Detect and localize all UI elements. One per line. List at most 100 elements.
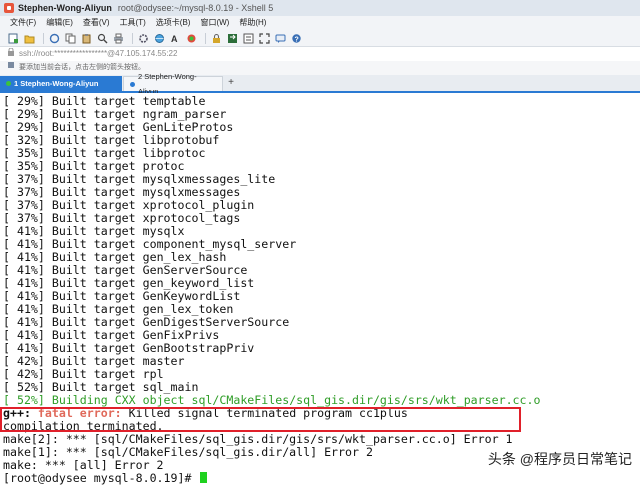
build-message: Built target xprotocol_plugin <box>44 198 255 212</box>
menu-file[interactable]: 文件(F) <box>10 16 36 30</box>
toolbar-divider <box>43 32 44 44</box>
tab-status-dot-icon <box>6 81 11 86</box>
find-icon[interactable] <box>96 32 108 44</box>
build-progress-percent: [ 37%] <box>3 172 45 186</box>
window-title-path: root@odysee:~/mysql-8.0.19 - Xshell 5 <box>117 3 274 13</box>
tab-session-2[interactable]: 2 Stephen-Wong-Aliyun <box>123 72 223 96</box>
build-progress-percent: [ 35%] <box>3 159 45 173</box>
build-progress-percent: [ 29%] <box>3 94 45 108</box>
menu-view[interactable]: 查看(V) <box>83 16 110 30</box>
build-progress-percent: [ 41%] <box>3 302 45 316</box>
build-message: Built target mysqlx <box>44 224 185 238</box>
menu-edit[interactable]: 编辑(E) <box>46 16 73 30</box>
tab-status-dot-icon <box>130 81 135 87</box>
make-error-text: make[2]: *** [sql/CMakeFiles/sql_gis.dir… <box>3 432 513 446</box>
svg-text:?: ? <box>294 36 298 43</box>
error-highlight-box <box>0 407 521 432</box>
build-progress-percent: [ 42%] <box>3 354 45 368</box>
build-progress-percent: [ 41%] <box>3 250 45 264</box>
session-hint-text: 要添加当前会话，点击左侧的箭头按钮。 <box>19 64 145 71</box>
build-progress-percent: [ 37%] <box>3 211 45 225</box>
build-progress-percent: [ 29%] <box>3 107 45 121</box>
toolbar-divider <box>132 32 133 44</box>
address-lock-icon <box>7 47 15 61</box>
transfer-icon[interactable] <box>226 32 238 44</box>
build-progress-percent: [ 37%] <box>3 198 45 212</box>
globe-icon[interactable] <box>153 32 165 44</box>
build-message: Built target master <box>44 354 185 368</box>
xshell-logo-icon <box>4 3 14 13</box>
window-title-session: Stephen-Wong-Aliyun <box>18 3 112 13</box>
build-message: Built target mysqlxmessages <box>44 185 241 199</box>
make-error-text: make: *** [all] Error 2 <box>3 458 164 472</box>
open-folder-icon[interactable] <box>23 32 35 44</box>
terminal-cursor <box>200 472 208 483</box>
session-hint-bar: 要添加当前会话，点击左侧的箭头按钮。 <box>0 61 640 76</box>
build-progress-percent: [ 41%] <box>3 224 45 238</box>
help-icon[interactable]: ? <box>290 32 302 44</box>
menu-window[interactable]: 窗口(W) <box>200 16 229 30</box>
build-message: Built target sql_main <box>44 380 199 394</box>
lock-icon[interactable] <box>210 32 222 44</box>
build-message: Built target gen_lex_hash <box>44 250 227 264</box>
script-icon[interactable] <box>242 32 254 44</box>
paste-icon[interactable] <box>80 32 92 44</box>
build-message: Built target gen_lex_token <box>44 302 234 316</box>
build-message: Built target GenBootstrapPriv <box>44 341 255 355</box>
watermark: 头条 @程序员日常笔记 <box>488 449 632 469</box>
toolbar-divider <box>205 32 206 44</box>
build-progress-percent: [ 42%] <box>3 367 45 381</box>
menu-tabs[interactable]: 选项卡(B) <box>156 16 191 30</box>
build-progress-percent: [ 41%] <box>3 315 45 329</box>
build-message: Built target mysqlxmessages_lite <box>44 172 276 186</box>
build-progress-percent: [ 41%] <box>3 276 45 290</box>
make-error-text: make[1]: *** [sql/CMakeFiles/sql_gis.dir… <box>3 445 373 459</box>
build-progress-percent: [ 41%] <box>3 341 45 355</box>
tab-session-1[interactable]: 1 Stephen-Wong-Aliyun <box>0 76 122 91</box>
new-tab-button[interactable]: + <box>225 77 237 89</box>
build-message: Built target temptable <box>44 94 206 108</box>
menu-help[interactable]: 帮助(H) <box>239 16 266 30</box>
build-progress-percent: [ 52%] <box>3 380 45 394</box>
chat-icon[interactable] <box>274 32 286 44</box>
build-message: Building CXX object sql/CMakeFiles/sql_g… <box>44 393 541 407</box>
new-session-icon[interactable] <box>7 32 19 44</box>
build-progress-percent: [ 35%] <box>3 146 45 160</box>
shell-prompt: [root@odysee mysql-8.0.19]# <box>3 471 199 485</box>
build-progress-percent: [ 32%] <box>3 133 45 147</box>
font-icon[interactable]: A <box>169 32 181 44</box>
build-message: Built target libprotoc <box>44 146 206 160</box>
address-text: ssh://root:*****************@47.105.174.… <box>19 49 178 58</box>
build-progress-percent: [ 37%] <box>3 185 45 199</box>
build-message: Built target gen_keyword_list <box>44 276 255 290</box>
build-progress-percent: [ 41%] <box>3 289 45 303</box>
build-message: Built target GenServerSource <box>44 263 248 277</box>
print-icon[interactable] <box>112 32 124 44</box>
reconnect-icon[interactable] <box>48 32 60 44</box>
build-message: Built target component_mysql_server <box>44 237 297 251</box>
menu-tools[interactable]: 工具(T) <box>120 16 146 30</box>
window-titlebar: Stephen-Wong-Aliyun root@odysee:~/mysql-… <box>0 0 640 16</box>
build-message: Built target GenKeywordList <box>44 289 241 303</box>
session-tab-bar: 1 Stephen-Wong-Aliyun 2 Stephen-Wong-Ali… <box>0 72 640 96</box>
copy-icon[interactable] <box>64 32 76 44</box>
build-message: Built target ngram_parser <box>44 107 227 121</box>
build-message: Built target xprotocol_tags <box>44 211 241 225</box>
build-progress-percent: [ 41%] <box>3 263 45 277</box>
build-message: Built target protoc <box>44 159 185 173</box>
menu-bar: 文件(F) 编辑(E) 查看(V) 工具(T) 选项卡(B) 窗口(W) 帮助(… <box>0 16 640 30</box>
build-message: Built target libprotobuf <box>44 133 220 147</box>
toolbar: A ? <box>0 30 640 47</box>
build-message: Built target rpl <box>44 367 164 381</box>
shell-prompt-line: [root@odysee mysql-8.0.19]# <box>3 471 208 485</box>
tab-label: 1 Stephen-Wong-Aliyun <box>14 79 99 88</box>
color-icon[interactable] <box>185 32 197 44</box>
fullscreen-icon[interactable] <box>258 32 270 44</box>
build-progress-percent: [ 41%] <box>3 328 45 342</box>
bookmark-icon[interactable] <box>7 61 15 75</box>
watermark-text: 头条 @程序员日常笔记 <box>487 451 632 467</box>
address-bar[interactable]: ssh://root:*****************@47.105.174.… <box>0 47 640 62</box>
build-message: Built target GenDigestServerSource <box>44 315 290 329</box>
svg-text:A: A <box>171 34 178 44</box>
properties-icon[interactable] <box>137 32 149 44</box>
